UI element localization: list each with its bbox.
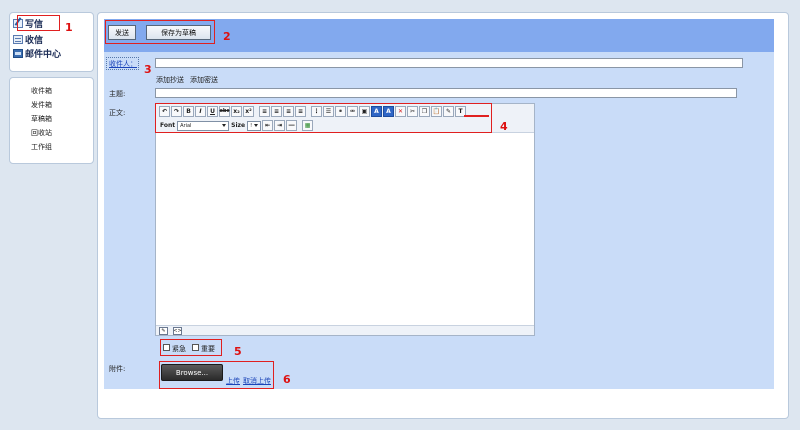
attachment-label: 附件: [109, 365, 126, 373]
urgent-checkbox[interactable] [163, 344, 170, 351]
inbox-icon [13, 35, 23, 44]
editor-content-area[interactable] [156, 134, 534, 325]
important-label: 重要 [201, 345, 215, 353]
mail-center-icon [13, 49, 23, 58]
subject-input[interactable] [155, 88, 737, 98]
source-mode-icon[interactable]: <> [173, 327, 182, 335]
add-cc-link[interactable]: 添加抄送 [156, 75, 184, 85]
inbox-menu-item[interactable]: 收信 [13, 33, 43, 46]
annotation-4: 4 [500, 120, 508, 133]
annotation-1: 1 [65, 21, 73, 34]
important-checkbox[interactable] [192, 344, 199, 351]
design-mode-icon[interactable]: ✎ [159, 327, 168, 335]
highlight-box-4 [155, 103, 492, 133]
annotation-3: 3 [144, 63, 152, 76]
annotation-2: 2 [223, 30, 231, 43]
folder-workgroup[interactable]: 工作组 [31, 142, 52, 152]
add-bcc-link[interactable]: 添加密送 [190, 75, 218, 85]
folder-sent[interactable]: 发件箱 [31, 100, 52, 110]
highlight-box-3 [106, 57, 139, 70]
subject-label: 主题: [109, 90, 126, 98]
editor-footer: ✎ <> [156, 325, 534, 335]
highlight-box-1 [17, 15, 60, 31]
body-label: 正文: [109, 109, 126, 117]
mail-center-menu-item[interactable]: 邮件中心 [13, 47, 61, 60]
upload-link[interactable]: 上传 [226, 376, 240, 386]
browse-button[interactable]: Browse... [161, 364, 223, 381]
cancel-upload-link[interactable]: 取消上传 [243, 376, 271, 386]
annotation-6: 6 [283, 373, 291, 386]
recipient-input[interactable] [155, 58, 743, 68]
annotation-5: 5 [234, 345, 242, 358]
folder-inbox[interactable]: 收件箱 [31, 86, 52, 96]
folder-drafts[interactable]: 草稿箱 [31, 114, 52, 124]
mail-center-label: 邮件中心 [25, 50, 62, 60]
folder-trash[interactable]: 回收站 [31, 128, 52, 138]
urgent-label: 紧急 [172, 345, 186, 353]
inbox-label: 收信 [25, 36, 44, 46]
rich-text-editor: ↶ ↷ B I U abc x₂ x² ≡ ≡ ≡ ≡ ⋮ ☰ ⚭ ⚮ ▣ A … [155, 103, 535, 336]
highlight-box-2 [105, 20, 215, 44]
